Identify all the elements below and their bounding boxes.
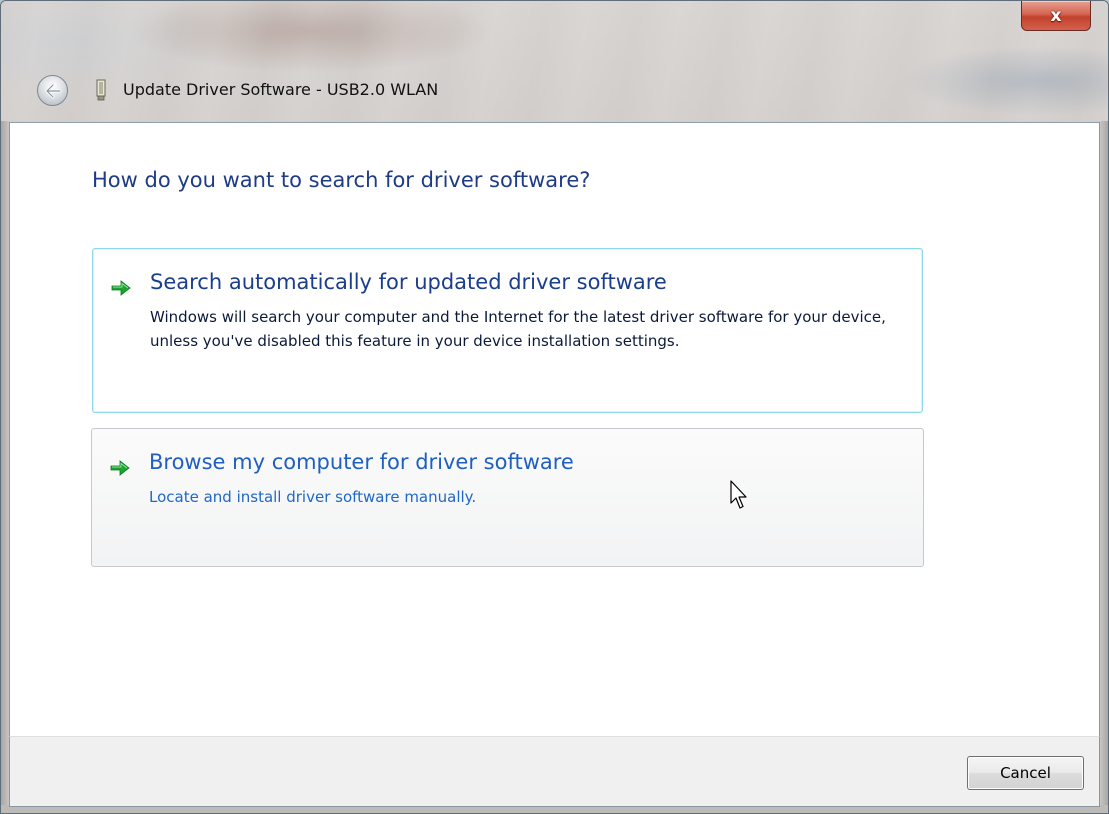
search-automatically-option[interactable]: Search automatically for updated driver …	[92, 248, 923, 413]
glass-reflection	[1, 1, 1108, 121]
option-description: Locate and install driver software manua…	[149, 488, 477, 506]
option-description: Windows will search your computer and th…	[150, 308, 886, 350]
browse-computer-option[interactable]: Browse my computer for driver software L…	[91, 428, 924, 567]
option-title: Search automatically for updated driver …	[150, 270, 667, 294]
usb-device-icon	[96, 79, 106, 101]
frame-left-edge	[1, 121, 9, 813]
frame-right-edge	[1100, 121, 1108, 813]
option-title: Browse my computer for driver software	[149, 450, 574, 474]
close-button[interactable]: x	[1021, 1, 1091, 31]
green-arrow-icon	[110, 460, 130, 476]
update-driver-dialog: x Update Driver Software - USB2.0 WLAN H…	[0, 0, 1109, 814]
back-button[interactable]	[37, 75, 68, 106]
mouse-cursor-icon	[730, 480, 747, 509]
close-icon: x	[1050, 5, 1062, 26]
window-title: Update Driver Software - USB2.0 WLAN	[123, 80, 439, 99]
back-arrow-icon	[45, 83, 61, 98]
dialog-footer: Cancel	[9, 736, 1100, 807]
green-arrow-icon	[111, 280, 131, 296]
page-heading: How do you want to search for driver sof…	[92, 168, 591, 192]
dialog-content: How do you want to search for driver sof…	[9, 122, 1100, 736]
cancel-button[interactable]: Cancel	[967, 756, 1084, 790]
